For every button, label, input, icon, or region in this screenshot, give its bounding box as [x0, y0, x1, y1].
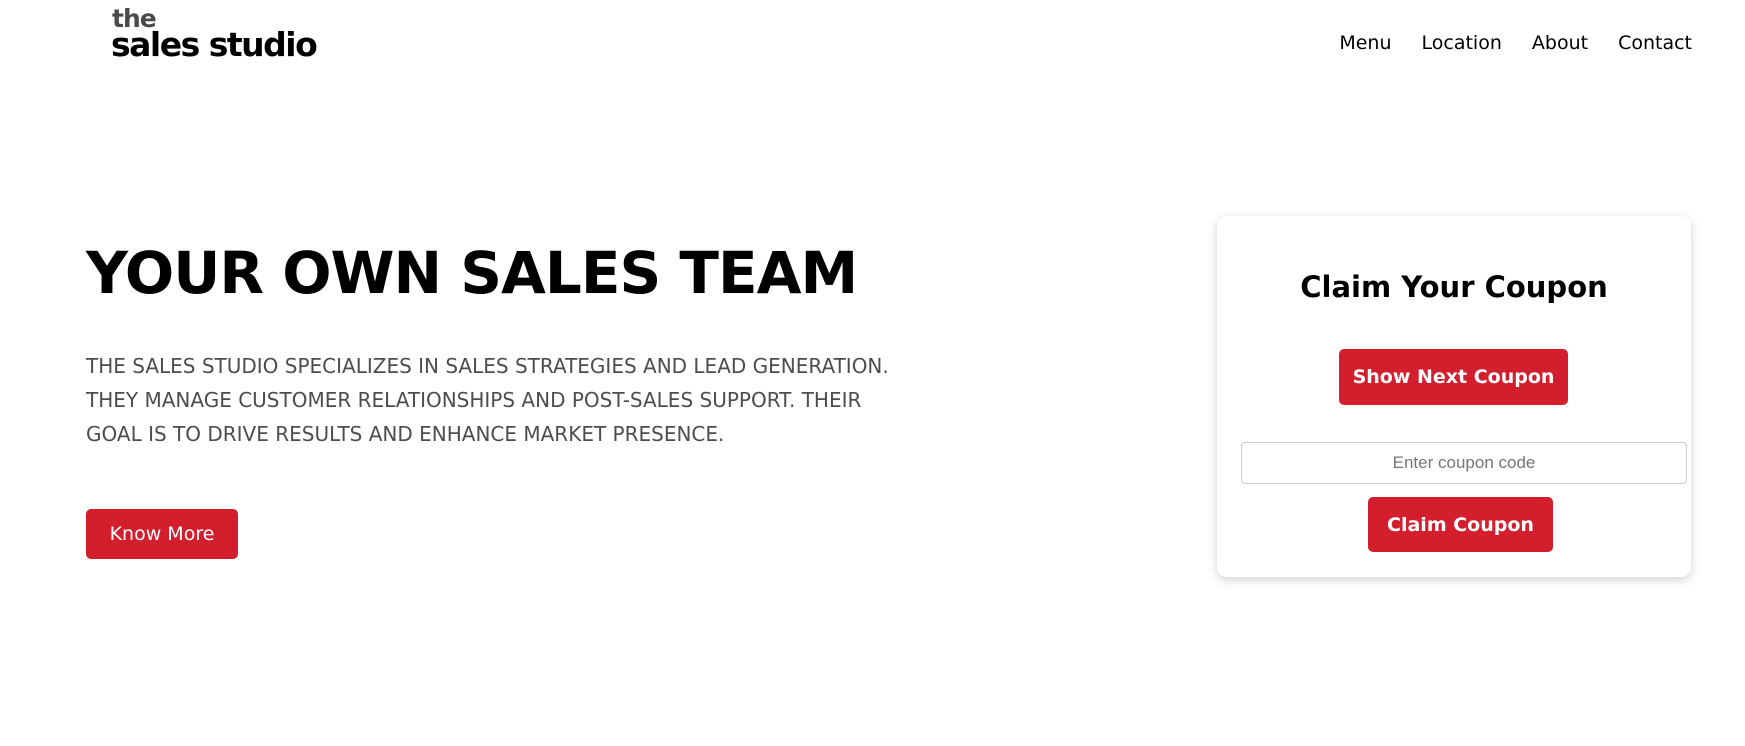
nav-link-about[interactable]: About — [1532, 32, 1588, 54]
hero-description: THE SALES STUDIO SPECIALIZES IN SALES ST… — [86, 354, 889, 446]
logo-main-text: sales studio — [111, 25, 318, 64]
nav-link-menu[interactable]: Menu — [1339, 32, 1391, 54]
coupon-title: Claim Your Coupon — [1300, 270, 1608, 304]
coupon-code-input[interactable] — [1241, 442, 1687, 484]
logo[interactable]: the sales studio — [111, 6, 318, 64]
show-next-coupon-button[interactable]: Show Next Coupon — [1339, 349, 1568, 405]
know-more-button[interactable]: Know More — [86, 509, 238, 559]
hero-title: YOUR OWN SALES TEAM — [86, 239, 858, 307]
nav-link-contact[interactable]: Contact — [1618, 32, 1692, 54]
nav-link-location[interactable]: Location — [1422, 32, 1502, 54]
claim-coupon-button[interactable]: Claim Coupon — [1368, 497, 1553, 552]
main-nav: Menu Location About Contact — [1339, 32, 1692, 54]
coupon-card: Claim Your Coupon Show Next Coupon Claim… — [1217, 216, 1691, 577]
